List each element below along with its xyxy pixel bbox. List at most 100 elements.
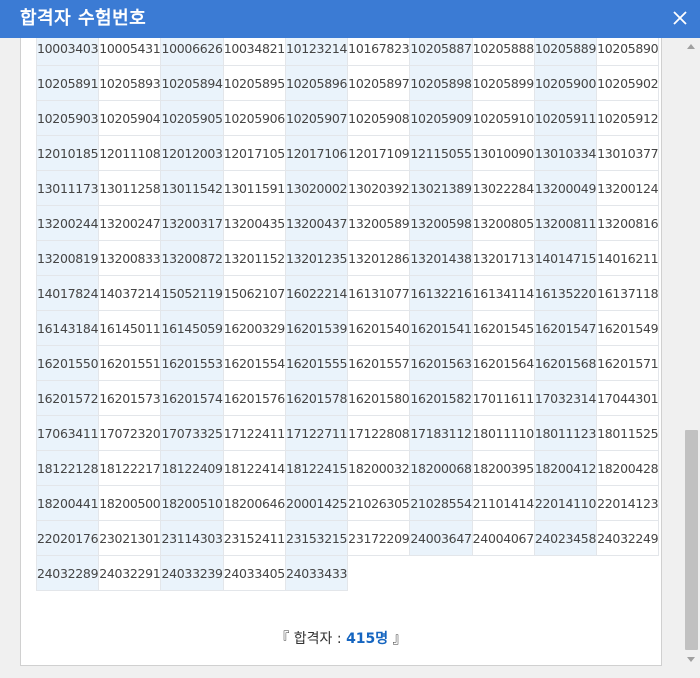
exam-number-cell: 18200441 — [35, 485, 100, 521]
exam-number-cell: 16145059 — [160, 310, 224, 346]
exam-number-cell: 18122415 — [284, 450, 349, 486]
exam-number-cell: 16201571 — [596, 345, 660, 381]
table-row: 12010185 12011108 12012003 12017105 12017106… — [35, 135, 660, 171]
exam-number-cell: 21101414 — [471, 485, 535, 521]
exam-number-cell: 13010090 — [471, 135, 535, 171]
exam-number-cell: 13200247 — [98, 205, 162, 241]
exam-number-cell: 17122711 — [284, 415, 349, 451]
exam-number-cell: 10006626 — [160, 38, 224, 66]
exam-number-cell: 24004067 — [471, 520, 535, 556]
exam-number-cell: 23153215 — [284, 520, 349, 556]
exam-number-cell: 10205902 — [596, 65, 660, 101]
exam-number-cell: 12011108 — [98, 135, 162, 171]
exam-number-cell: 16135220 — [533, 275, 598, 311]
scroll-down-arrow-icon[interactable] — [687, 657, 695, 662]
exam-number-cell: 10205893 — [98, 65, 162, 101]
exam-number-cell: 23172209 — [347, 520, 411, 556]
exam-number-cell: 13020392 — [347, 170, 411, 206]
exam-number-cell: 16201539 — [284, 310, 349, 346]
scroll-thumb[interactable] — [685, 430, 698, 650]
exam-number-cell: 13200317 — [160, 205, 224, 241]
exam-number-cell: 10034821 — [222, 38, 286, 66]
exam-number-cell: 18200646 — [222, 485, 286, 521]
exam-number-cell: 16201540 — [347, 310, 411, 346]
exam-number-cell: 16132216 — [409, 275, 473, 311]
table-row: 16201572 16201573 16201574 16201576 16201578… — [35, 380, 660, 416]
exam-number-cell: 10205904 — [98, 100, 162, 136]
exam-number-cell: 16022214 — [284, 275, 349, 311]
exam-number-cell: 10205912 — [596, 100, 660, 136]
exam-number-cell: 10167823 — [347, 38, 411, 66]
exam-number-cell: 10205907 — [284, 100, 349, 136]
exam-number-cell: 18200032 — [347, 450, 411, 486]
exam-number-cell: 16201564 — [471, 345, 535, 381]
vertical-scrollbar[interactable] — [683, 38, 700, 678]
exam-number-cell: 13200049 — [533, 170, 598, 206]
exam-number-cell: 12017105 — [222, 135, 286, 171]
exam-number-cell: 10205887 — [409, 38, 473, 66]
exam-number-cell: 13200124 — [596, 170, 660, 206]
exam-number-table: 10003403 10005431 10006626 10034821 10123214… — [35, 38, 660, 591]
exam-number-cell: 10205903 — [35, 100, 100, 136]
table-row: 10003403 10005431 10006626 10034821 10123214… — [35, 38, 660, 66]
dialog-title: 합격자 수험번호 — [20, 8, 147, 29]
exam-number-cell: 10005431 — [98, 38, 162, 66]
exam-number-cell: 12010185 — [35, 135, 100, 171]
exam-number-cell: 12017109 — [347, 135, 411, 171]
exam-number-cell: 22014123 — [596, 485, 660, 521]
exam-number-cell: 16201573 — [98, 380, 162, 416]
exam-number-cell: 10205898 — [409, 65, 473, 101]
results-panel: 10003403 10005431 10006626 10034821 10123214… — [20, 38, 662, 666]
exam-number-cell: 21026305 — [347, 485, 411, 521]
exam-number-cell: 13200805 — [471, 205, 535, 241]
exam-number-cell: 24032249 — [596, 520, 660, 556]
table-row: 13200819 13200833 13200872 13201152 13201235… — [35, 240, 660, 276]
exam-number-cell: 22020176 — [35, 520, 100, 556]
exam-number-cell: 16201574 — [160, 380, 224, 416]
exam-number-cell: 15052119 — [160, 275, 224, 311]
exam-number-cell: 18122128 — [35, 450, 100, 486]
exam-number-cell: 21028554 — [409, 485, 473, 521]
exam-number-cell: 18122414 — [222, 450, 286, 486]
exam-number-cell: 16200329 — [222, 310, 286, 346]
empty-cell — [347, 555, 410, 591]
total-summary: 『 합격자 : 415명 』 — [21, 628, 661, 650]
table-row: 22020176 23021301 23114303 23152411 23153215… — [35, 520, 660, 556]
exam-number-cell: 18200500 — [98, 485, 162, 521]
exam-number-cell: 13201235 — [284, 240, 349, 276]
exam-number-cell: 24023458 — [533, 520, 598, 556]
exam-number-cell: 16201572 — [35, 380, 100, 416]
exam-number-cell: 13011258 — [98, 170, 162, 206]
exam-number-cell: 17032314 — [533, 380, 598, 416]
exam-number-cell: 16201557 — [347, 345, 411, 381]
exam-number-cell: 17122808 — [347, 415, 411, 451]
exam-number-cell: 18200395 — [471, 450, 535, 486]
exam-number-cell: 18122217 — [98, 450, 162, 486]
exam-number-cell: 16201578 — [284, 380, 349, 416]
empty-cell — [409, 555, 473, 591]
exam-number-cell: 10205894 — [160, 65, 224, 101]
exam-number-cell: 10205897 — [347, 65, 411, 101]
exam-number-cell: 18200428 — [596, 450, 660, 486]
exam-number-cell: 13200819 — [35, 240, 100, 276]
exam-number-cell: 14014715 — [533, 240, 598, 276]
exam-number-cell: 12012003 — [160, 135, 224, 171]
exam-number-cell: 24003647 — [409, 520, 473, 556]
exam-number-cell: 18011525 — [596, 415, 660, 451]
table-row: 18122128 18122217 18122409 18122414 18122415… — [35, 450, 660, 486]
scroll-up-arrow-icon[interactable] — [687, 44, 695, 49]
exam-number-cell: 13021389 — [409, 170, 473, 206]
exam-number-cell: 12017106 — [284, 135, 349, 171]
exam-number-cell: 10205888 — [471, 38, 535, 66]
exam-number-cell: 16201568 — [533, 345, 598, 381]
empty-cell — [472, 555, 535, 591]
exam-number-cell: 16201554 — [222, 345, 286, 381]
exam-number-cell: 17122411 — [222, 415, 286, 451]
exam-number-cell: 10205890 — [596, 38, 660, 66]
exam-number-cell: 20001425 — [284, 485, 349, 521]
exam-number-cell: 16201576 — [222, 380, 286, 416]
close-button[interactable] — [660, 0, 700, 38]
exam-number-cell: 13011173 — [35, 170, 100, 206]
exam-number-cell: 23021301 — [98, 520, 162, 556]
table-row: 10205903 10205904 10205905 10205906 10205907… — [35, 100, 660, 136]
